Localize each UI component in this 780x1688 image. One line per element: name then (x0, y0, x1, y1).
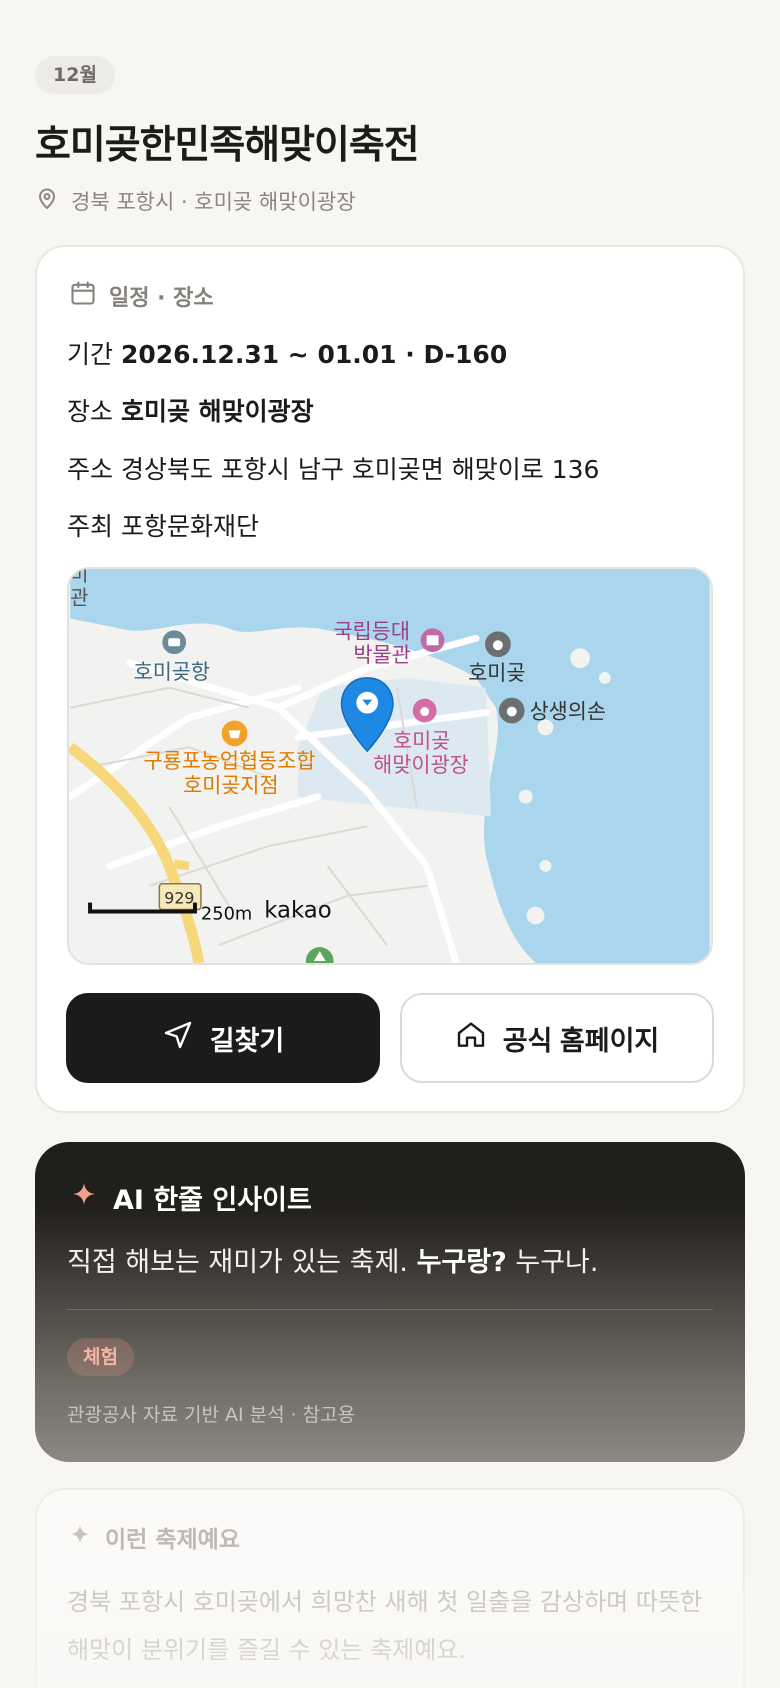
place-row: 장소 호미곶 해맞이광장 (67, 392, 314, 428)
ai-insight-card: AI 한줄 인사이트 직접 해보는 재미가 있는 축제. 누구랑? 누구나. 체… (35, 1142, 745, 1462)
place-value: 호미곶 해맞이광장 (120, 397, 314, 426)
map-scale-label: 250m (201, 903, 252, 924)
map-label-homigot: 호미곶 (468, 661, 525, 685)
page-title: 호미곶한민족해맞이축전 (35, 123, 420, 168)
about-heading: 이런 축제예요 (69, 1520, 240, 1554)
about-festival-card: 이런 축제예요 경북 포항시 호미곶에서 희망찬 새해 첫 일출을 감상하며 따… (35, 1488, 745, 1688)
sparkle-icon (71, 1181, 97, 1214)
map-canvas: 미 관 호미곶항 국립등대 박물관 호미곶 상생의손 호미곶 해맞이광장 구룡포… (69, 569, 710, 963)
schedule-place-card: 일정 · 장소 기간 2026.12.31 ~ 01.01 · D-160 장소… (35, 245, 745, 1113)
host-row: 주최 포항문화재단 (67, 507, 259, 543)
place-label: 장소 (67, 397, 121, 426)
map-pin-icon (35, 187, 59, 216)
ai-insight-line: 직접 해보는 재미가 있는 축제. 누구랑? 누구나. (67, 1240, 598, 1279)
address-value: 경상북도 포항시 남구 호미곶면 해맞이로 136 (120, 455, 600, 484)
map-label-plaza-1: 호미곶 (393, 729, 450, 753)
card-heading: 일정 · 장소 (69, 279, 214, 313)
map-label-sangsaeng: 상생의손 (530, 699, 606, 723)
month-badge: 12월 (35, 56, 115, 94)
location-map[interactable]: 미 관 호미곶항 국립등대 박물관 호미곶 상생의손 호미곶 해맞이광장 구룡포… (67, 567, 713, 965)
calendar-icon (69, 279, 97, 313)
divider (67, 1309, 713, 1310)
host-value: 포항문화재단 (120, 512, 259, 541)
period-label: 기간 (67, 340, 121, 369)
homepage-button-label: 공식 홈페이지 (502, 1025, 660, 1056)
map-label-top-left-2: 관 (70, 587, 88, 610)
directions-button-label: 길찾기 (209, 1025, 285, 1056)
period-row: 기간 2026.12.31 ~ 01.01 · D-160 (67, 335, 507, 371)
map-provider-logo: kakao (264, 897, 331, 923)
ai-tag-badge: 체험 (67, 1338, 134, 1376)
ai-insight-line-bold: 누구랑? (416, 1247, 507, 1278)
address-row: 주소 경상북도 포항시 남구 호미곶면 해맞이로 136 (67, 450, 599, 486)
map-label-port: 호미곶항 (134, 660, 210, 684)
map-route-label: 929 (164, 889, 194, 908)
ai-insight-line-text: 직접 해보는 재미가 있는 축제. (67, 1247, 417, 1278)
address-label: 주소 (67, 455, 121, 484)
ai-insight-heading-text: AI 한줄 인사이트 (113, 1185, 312, 1216)
period-value: 2026.12.31 ~ 01.01 · D-160 (120, 340, 508, 369)
homepage-button[interactable]: 공식 홈페이지 (400, 993, 714, 1083)
home-icon (455, 1019, 487, 1058)
navigation-arrow-icon (162, 1019, 194, 1058)
card-heading-text: 일정 · 장소 (109, 286, 214, 311)
about-heading-text: 이런 축제예요 (105, 1527, 240, 1553)
directions-button[interactable]: 길찾기 (66, 993, 380, 1083)
ai-insight-heading: AI 한줄 인사이트 (71, 1178, 312, 1217)
map-label-coop-2: 호미곶지점 (183, 774, 279, 798)
ai-disclaimer: 관광공사 자료 기반 AI 분석 · 참고용 (67, 1404, 356, 1426)
map-label-museum-1: 국립등대 (334, 619, 410, 643)
location-line: 경북 포항시 · 호미곶 해맞이광장 (35, 186, 356, 216)
host-label: 주최 (67, 512, 121, 541)
map-label-top-left-1: 미 (70, 569, 88, 586)
map-label-museum-2: 박물관 (353, 643, 410, 667)
map-label-coop-1: 구룡포농업협동조합 (144, 749, 316, 773)
ai-insight-line-tail: 누구나. (506, 1247, 599, 1278)
location-text: 경북 포항시 · 호미곶 해맞이광장 (71, 190, 356, 214)
sparkle-icon (69, 1523, 91, 1551)
map-label-plaza-2: 해맞이광장 (373, 753, 469, 777)
about-description: 경북 포항시 호미곶에서 희망찬 새해 첫 일출을 감상하며 따뜻한 해맞이 분… (67, 1588, 703, 1664)
